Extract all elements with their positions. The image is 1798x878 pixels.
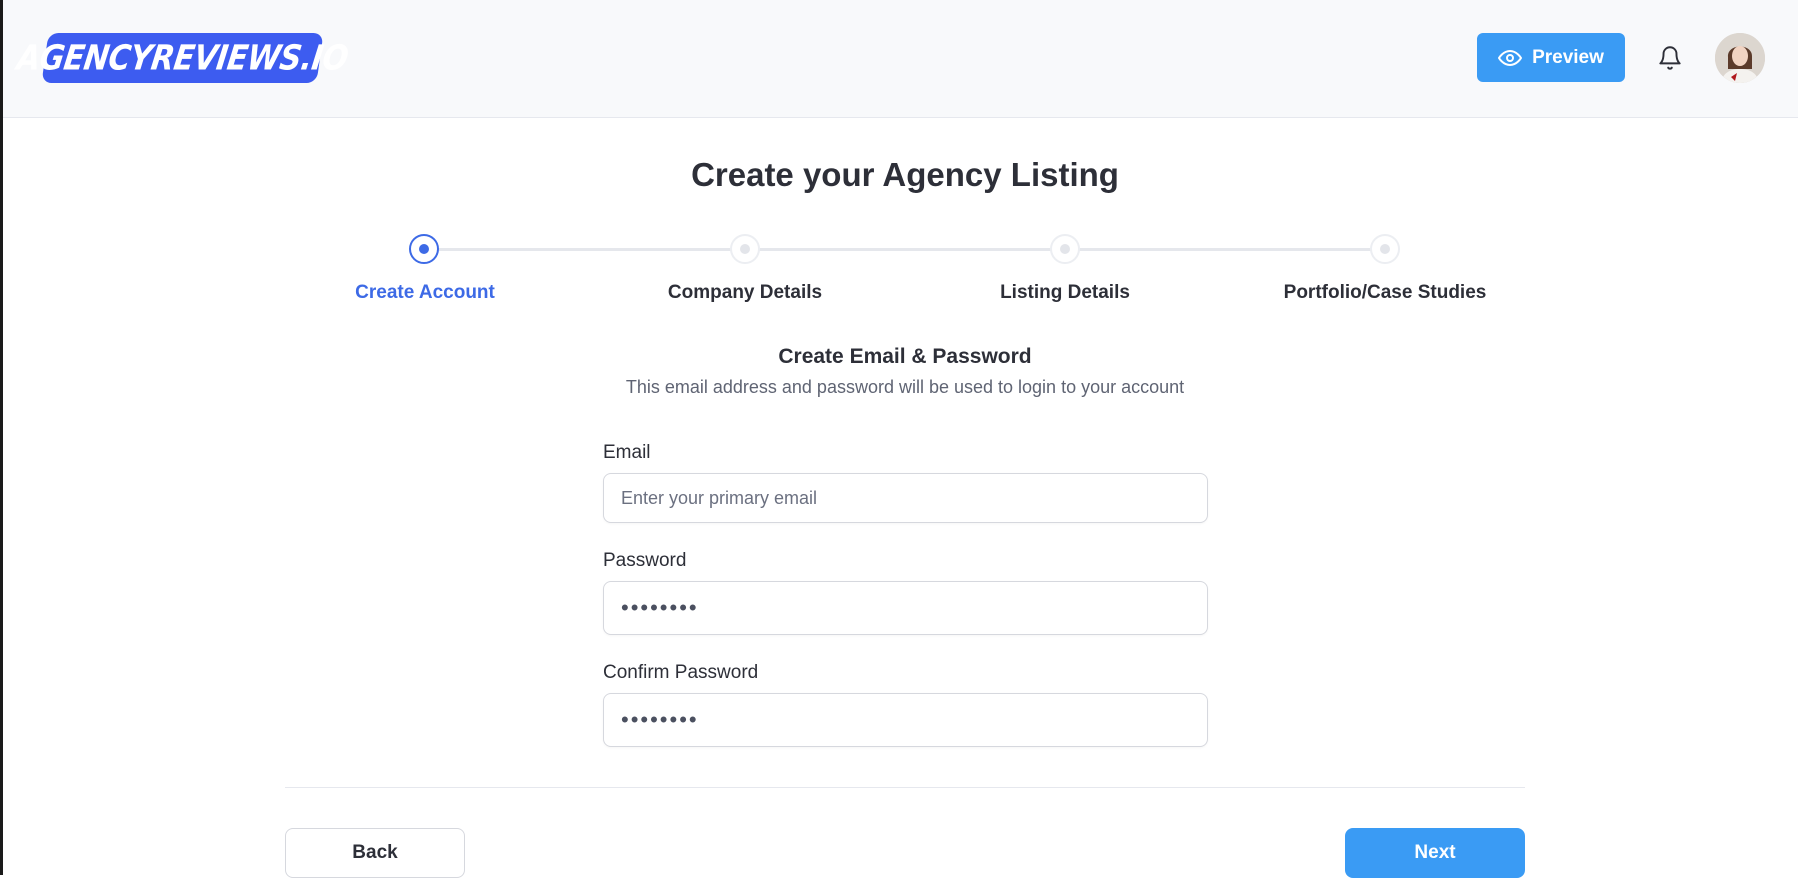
brand-logo[interactable]: AGENCYREVIEWS.IO bbox=[14, 33, 351, 83]
step-label-company-details[interactable]: Company Details bbox=[615, 282, 875, 304]
step-indicator-listing-details[interactable] bbox=[1050, 234, 1080, 264]
step-dot-center bbox=[419, 244, 429, 254]
step-dot-center bbox=[740, 244, 750, 254]
email-label: Email bbox=[603, 442, 651, 463]
form-subheading: This email address and password will be … bbox=[625, 377, 1185, 397]
step-label-create-account[interactable]: Create Account bbox=[295, 282, 555, 304]
confirm-password-field-wrapper bbox=[603, 693, 1208, 747]
password-field[interactable] bbox=[621, 595, 1190, 621]
page-title: Create your Agency Listing bbox=[691, 156, 1119, 193]
step-label-listing-details[interactable]: Listing Details bbox=[935, 282, 1195, 304]
form-heading: Create Email & Password bbox=[778, 345, 1032, 368]
preview-button[interactable]: Preview bbox=[1477, 33, 1625, 82]
step-label-portfolio[interactable]: Portfolio/Case Studies bbox=[1255, 282, 1515, 304]
step-indicator-create-account[interactable] bbox=[409, 234, 439, 264]
app-frame: AGENCYREVIEWS.IO Preview Create your Age… bbox=[0, 0, 1798, 878]
password-label: Password bbox=[603, 550, 687, 571]
next-button[interactable]: Next bbox=[1345, 828, 1525, 878]
back-button[interactable]: Back bbox=[285, 828, 465, 878]
form-divider bbox=[285, 787, 1525, 788]
step-indicator-portfolio[interactable] bbox=[1370, 234, 1400, 264]
email-field-wrapper bbox=[603, 473, 1208, 523]
preview-label: Preview bbox=[1532, 46, 1604, 68]
password-field-wrapper bbox=[603, 581, 1208, 635]
confirm-password-field[interactable] bbox=[621, 707, 1190, 733]
top-header: AGENCYREVIEWS.IO Preview bbox=[3, 0, 1798, 118]
bell-icon[interactable] bbox=[1657, 44, 1683, 72]
user-avatar[interactable] bbox=[1715, 33, 1765, 83]
avatar-portrait-icon bbox=[1715, 33, 1765, 83]
stepper-track bbox=[424, 248, 1385, 251]
step-dot-center bbox=[1060, 244, 1070, 254]
step-dot-center bbox=[1380, 244, 1390, 254]
step-indicator-company-details[interactable] bbox=[730, 234, 760, 264]
logo-text: AGENCYREVIEWS.IO bbox=[14, 37, 351, 79]
eye-icon bbox=[1498, 49, 1523, 66]
confirm-password-label: Confirm Password bbox=[603, 662, 759, 683]
email-field[interactable] bbox=[621, 487, 1190, 509]
